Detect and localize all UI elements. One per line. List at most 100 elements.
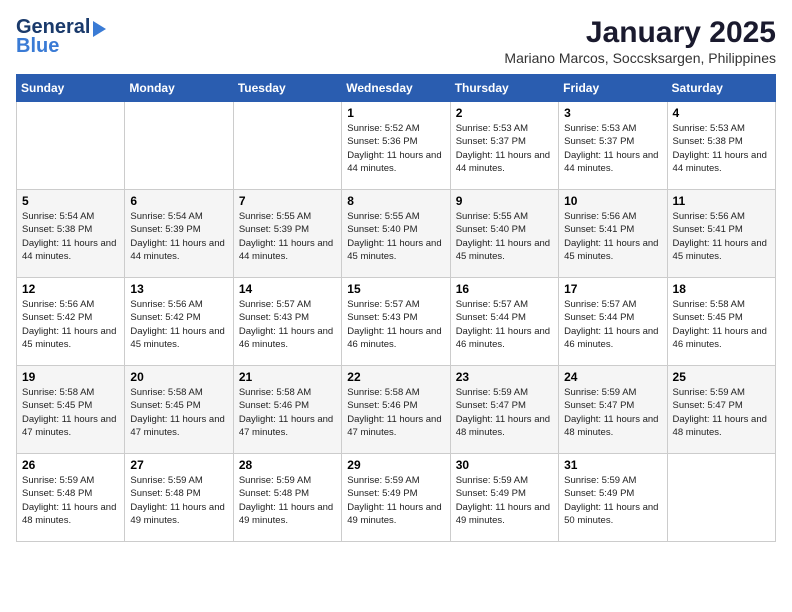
day-number: 27 [130, 458, 227, 472]
calendar-cell: 31 Sunrise: 5:59 AMSunset: 5:49 PMDayligh… [559, 454, 667, 542]
day-number: 12 [22, 282, 119, 296]
page-title: January 2025 [504, 16, 776, 50]
day-info: Sunrise: 5:58 AMSunset: 5:46 PMDaylight:… [239, 386, 336, 439]
day-info: Sunrise: 5:56 AMSunset: 5:41 PMDaylight:… [673, 210, 770, 263]
calendar-cell: 19Sunrise: 5:58 AMSunset: 5:45 PMDayligh… [17, 366, 125, 454]
day-number: 13 [130, 282, 227, 296]
column-header-monday: Monday [125, 75, 233, 102]
calendar-cell: 13 Sunrise: 5:56 AMSunset: 5:42 PMDayligh… [125, 278, 233, 366]
calendar-cell: 23 Sunrise: 5:59 AMSunset: 5:47 PMDayligh… [450, 366, 558, 454]
day-number: 31 [564, 458, 661, 472]
day-info: Sunrise: 5:55 AMSunset: 5:40 PMDaylight:… [456, 210, 553, 263]
day-info: Sunrise: 5:57 AMSunset: 5:44 PMDaylight:… [564, 298, 661, 351]
day-number: 4 [673, 106, 770, 120]
day-info: Sunrise: 5:54 AMSunset: 5:38 PMDaylight:… [22, 210, 119, 263]
day-info: Sunrise: 5:59 AMSunset: 5:48 PMDaylight:… [239, 474, 336, 527]
day-number: 1 [347, 106, 444, 120]
day-number: 15 [347, 282, 444, 296]
calendar-cell: 8 Sunrise: 5:55 AMSunset: 5:40 PMDaylight… [342, 190, 450, 278]
calendar-cell: 14 Sunrise: 5:57 AMSunset: 5:43 PMDayligh… [233, 278, 341, 366]
day-number: 25 [673, 370, 770, 384]
day-number: 17 [564, 282, 661, 296]
day-number: 26 [22, 458, 119, 472]
day-number: 29 [347, 458, 444, 472]
calendar-cell: 21Sunrise: 5:58 AMSunset: 5:46 PMDayligh… [233, 366, 341, 454]
calendar-cell: 3 Sunrise: 5:53 AMSunset: 5:37 PMDaylight… [559, 102, 667, 190]
day-info: Sunrise: 5:53 AMSunset: 5:37 PMDaylight:… [456, 122, 553, 175]
day-number: 8 [347, 194, 444, 208]
day-number: 23 [456, 370, 553, 384]
day-info: Sunrise: 5:59 AMSunset: 5:48 PMDaylight:… [22, 474, 119, 527]
day-number: 6 [130, 194, 227, 208]
day-info: Sunrise: 5:55 AMSunset: 5:40 PMDaylight:… [347, 210, 444, 263]
day-info: Sunrise: 5:58 AMSunset: 5:45 PMDaylight:… [22, 386, 119, 439]
calendar-cell: 4 Sunrise: 5:53 AMSunset: 5:38 PMDaylight… [667, 102, 775, 190]
calendar-cell: 15 Sunrise: 5:57 AMSunset: 5:43 PMDayligh… [342, 278, 450, 366]
calendar-cell: 11Sunrise: 5:56 AMSunset: 5:41 PMDayligh… [667, 190, 775, 278]
day-info: Sunrise: 5:58 AMSunset: 5:45 PMDaylight:… [130, 386, 227, 439]
day-number: 16 [456, 282, 553, 296]
calendar-cell: 9 Sunrise: 5:55 AMSunset: 5:40 PMDaylight… [450, 190, 558, 278]
day-info: Sunrise: 5:59 AMSunset: 5:49 PMDaylight:… [564, 474, 661, 527]
calendar-cell: 1 Sunrise: 5:52 AMSunset: 5:36 PMDaylight… [342, 102, 450, 190]
calendar-table: SundayMondayTuesdayWednesdayThursdayFrid… [16, 74, 776, 542]
calendar-cell: 30 Sunrise: 5:59 AMSunset: 5:49 PMDayligh… [450, 454, 558, 542]
calendar-week-row: 5 Sunrise: 5:54 AMSunset: 5:38 PMDaylight… [17, 190, 776, 278]
day-info: Sunrise: 5:59 AMSunset: 5:47 PMDaylight:… [456, 386, 553, 439]
calendar-week-row: 12 Sunrise: 5:56 AMSunset: 5:42 PMDayligh… [17, 278, 776, 366]
day-info: Sunrise: 5:57 AMSunset: 5:43 PMDaylight:… [239, 298, 336, 351]
day-info: Sunrise: 5:59 AMSunset: 5:47 PMDaylight:… [673, 386, 770, 439]
day-number: 2 [456, 106, 553, 120]
calendar-cell: 24 Sunrise: 5:59 AMSunset: 5:47 PMDayligh… [559, 366, 667, 454]
day-info: Sunrise: 5:58 AMSunset: 5:45 PMDaylight:… [673, 298, 770, 351]
day-info: Sunrise: 5:56 AMSunset: 5:42 PMDaylight:… [130, 298, 227, 351]
calendar-cell: 12 Sunrise: 5:56 AMSunset: 5:42 PMDayligh… [17, 278, 125, 366]
calendar-cell: 26 Sunrise: 5:59 AMSunset: 5:48 PMDayligh… [17, 454, 125, 542]
calendar-cell: 27 Sunrise: 5:59 AMSunset: 5:48 PMDayligh… [125, 454, 233, 542]
calendar-cell [125, 102, 233, 190]
day-info: Sunrise: 5:56 AMSunset: 5:42 PMDaylight:… [22, 298, 119, 351]
calendar-header-row: SundayMondayTuesdayWednesdayThursdayFrid… [17, 75, 776, 102]
day-number: 24 [564, 370, 661, 384]
column-header-friday: Friday [559, 75, 667, 102]
column-header-sunday: Sunday [17, 75, 125, 102]
day-info: Sunrise: 5:59 AMSunset: 5:49 PMDaylight:… [347, 474, 444, 527]
column-header-thursday: Thursday [450, 75, 558, 102]
day-info: Sunrise: 5:59 AMSunset: 5:49 PMDaylight:… [456, 474, 553, 527]
calendar-cell: 5 Sunrise: 5:54 AMSunset: 5:38 PMDaylight… [17, 190, 125, 278]
page-header: General Blue January 2025 Mariano Marcos… [16, 16, 776, 66]
day-number: 10 [564, 194, 661, 208]
day-number: 20 [130, 370, 227, 384]
calendar-cell: 6Sunrise: 5:54 AMSunset: 5:39 PMDaylight… [125, 190, 233, 278]
day-info: Sunrise: 5:57 AMSunset: 5:43 PMDaylight:… [347, 298, 444, 351]
day-number: 5 [22, 194, 119, 208]
calendar-week-row: 1 Sunrise: 5:52 AMSunset: 5:36 PMDaylight… [17, 102, 776, 190]
day-info: Sunrise: 5:59 AMSunset: 5:47 PMDaylight:… [564, 386, 661, 439]
calendar-cell: 7Sunrise: 5:55 AMSunset: 5:39 PMDaylight… [233, 190, 341, 278]
day-number: 7 [239, 194, 336, 208]
day-info: Sunrise: 5:52 AMSunset: 5:36 PMDaylight:… [347, 122, 444, 175]
column-header-tuesday: Tuesday [233, 75, 341, 102]
calendar-cell: 25 Sunrise: 5:59 AMSunset: 5:47 PMDayligh… [667, 366, 775, 454]
day-number: 14 [239, 282, 336, 296]
day-info: Sunrise: 5:58 AMSunset: 5:46 PMDaylight:… [347, 386, 444, 439]
logo-text-blue: Blue [16, 35, 59, 58]
calendar-cell: 10Sunrise: 5:56 AMSunset: 5:41 PMDayligh… [559, 190, 667, 278]
logo: General Blue [16, 16, 106, 58]
title-block: January 2025 Mariano Marcos, Soccsksarge… [504, 16, 776, 66]
column-header-saturday: Saturday [667, 75, 775, 102]
day-number: 28 [239, 458, 336, 472]
day-info: Sunrise: 5:57 AMSunset: 5:44 PMDaylight:… [456, 298, 553, 351]
page-subtitle: Mariano Marcos, Soccsksargen, Philippine… [504, 50, 776, 66]
calendar-cell: 16 Sunrise: 5:57 AMSunset: 5:44 PMDayligh… [450, 278, 558, 366]
day-number: 18 [673, 282, 770, 296]
day-info: Sunrise: 5:59 AMSunset: 5:48 PMDaylight:… [130, 474, 227, 527]
day-number: 30 [456, 458, 553, 472]
calendar-cell [233, 102, 341, 190]
day-number: 9 [456, 194, 553, 208]
day-number: 3 [564, 106, 661, 120]
day-info: Sunrise: 5:53 AMSunset: 5:37 PMDaylight:… [564, 122, 661, 175]
day-number: 22 [347, 370, 444, 384]
calendar-cell: 22 Sunrise: 5:58 AMSunset: 5:46 PMDayligh… [342, 366, 450, 454]
day-info: Sunrise: 5:53 AMSunset: 5:38 PMDaylight:… [673, 122, 770, 175]
